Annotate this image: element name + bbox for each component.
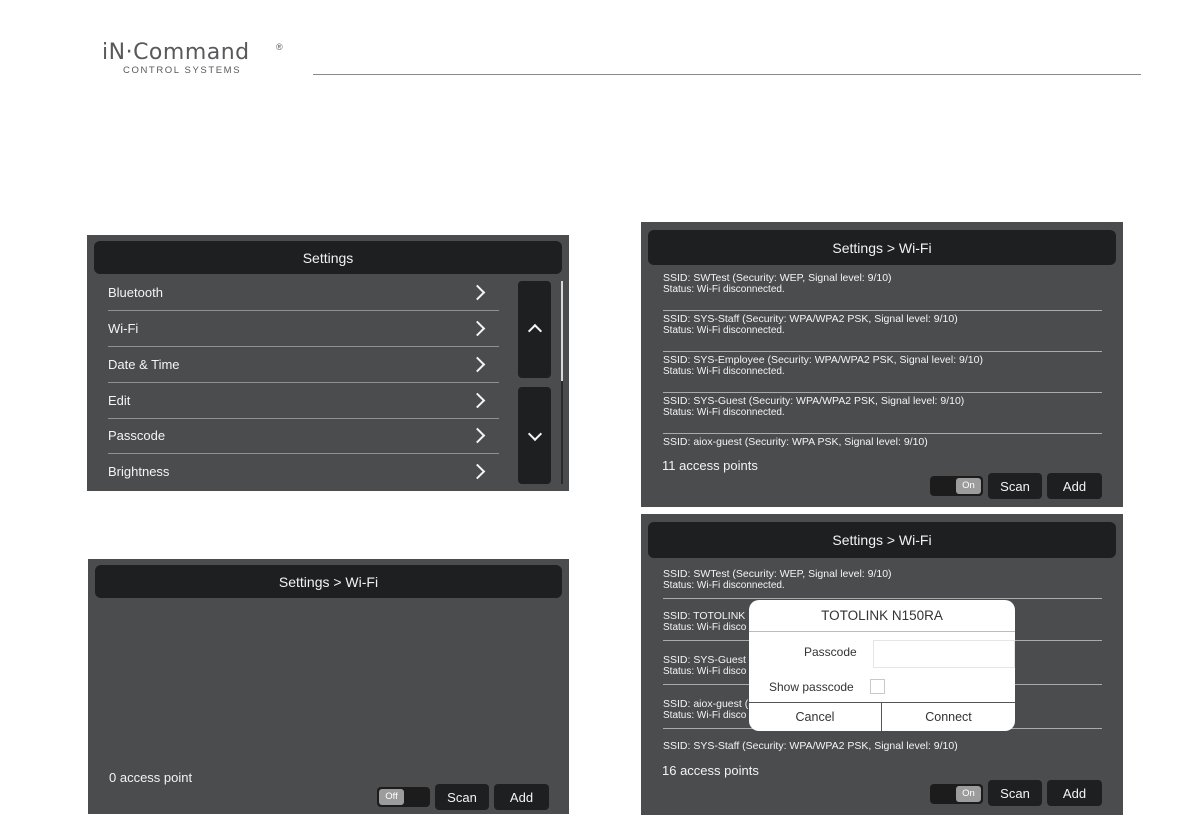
page-title: Settings > Wi-Fi (95, 565, 562, 598)
chevron-right-icon (469, 427, 486, 444)
ssid-text: SSID: TOTOLINK N (663, 610, 756, 622)
wifi-on-screen: Settings > Wi-Fi SSID: SWTest (Security:… (641, 222, 1123, 507)
ssid-text: SSID: aiox-guest (S (663, 698, 756, 710)
page-title: Settings > Wi-Fi (648, 230, 1116, 265)
access-point-row[interactable]: SSID: SWTest (Security: WEP, Signal leve… (663, 269, 1102, 311)
chevron-right-icon (469, 356, 486, 373)
settings-item-label: Wi-Fi (108, 321, 139, 336)
logo-wordmark: iN·Command (102, 40, 250, 65)
access-point-count: 0 access point (109, 770, 193, 785)
show-passcode-checkbox[interactable] (870, 679, 885, 694)
settings-screen: Settings Bluetooth Wi-Fi Date & Time Edi… (87, 235, 569, 491)
status-text: Status: Wi-Fi disco (663, 710, 747, 721)
scan-button[interactable]: Scan (988, 473, 1042, 499)
chevron-right-icon (469, 463, 486, 480)
chevron-down-icon (527, 426, 543, 442)
access-point-row[interactable]: SSID: SWTest (Security: WEP, Signal leve… (663, 565, 1102, 599)
registered-mark: ® (276, 42, 283, 52)
settings-item-label: Edit (108, 393, 131, 408)
ssid-text: SSID: SYS-Employee (Security: WPA/WPA2 P… (663, 354, 983, 366)
scroll-up-button[interactable] (518, 281, 551, 378)
settings-item-wifi[interactable]: Wi-Fi (108, 311, 499, 347)
add-button[interactable]: Add (494, 784, 549, 810)
wifi-toggle[interactable]: On (930, 476, 983, 496)
toggle-knob: On (956, 786, 981, 802)
settings-item-edit[interactable]: Edit (108, 383, 499, 419)
access-point-row[interactable]: SSID: SYS-Guest (Security: WPA/WPA2 PSK,… (663, 392, 1102, 434)
settings-item-label: Brightness (108, 464, 170, 479)
show-passcode-label: Show passcode (769, 680, 854, 694)
access-point-row[interactable]: SSID: SYS-Staff (Security: WPA/WPA2 PSK,… (663, 310, 1102, 352)
brand-logo: iN·Command ® CONTROL SYSTEMS (102, 40, 292, 80)
logo-tagline: CONTROL SYSTEMS (123, 65, 242, 76)
status-text: Status: Wi-Fi disconnected. (663, 580, 785, 591)
passcode-dialog: TOTOLINK N150RA Passcode Show passcode C… (749, 600, 1015, 731)
scan-button[interactable]: Scan (435, 784, 489, 810)
ssid-text: SSID: SYS-Staff (Security: WPA/WPA2 PSK,… (663, 740, 958, 752)
settings-item-passcode[interactable]: Passcode (108, 418, 499, 454)
access-point-row[interactable]: SSID: aiox-guest (Security: WPA PSK, Sig… (663, 433, 1102, 455)
chevron-right-icon (469, 320, 486, 337)
scroll-down-button[interactable] (518, 387, 551, 484)
ssid-text: SSID: SWTest (Security: WEP, Signal leve… (663, 272, 892, 284)
wifi-off-screen: Settings > Wi-Fi 0 access point Off Scan… (88, 559, 569, 814)
toggle-knob: On (956, 478, 981, 494)
ssid-text: SSID: aiox-guest (Security: WPA PSK, Sig… (663, 436, 928, 448)
access-point-row[interactable]: SSID: SYS-Staff (Security: WPA/WPA2 PSK,… (663, 737, 1102, 757)
scan-button[interactable]: Scan (988, 780, 1042, 806)
chevron-right-icon (469, 392, 486, 409)
settings-item-label: Passcode (108, 428, 166, 443)
status-text: Status: Wi-Fi disco (663, 622, 747, 633)
wifi-toggle[interactable]: On (930, 784, 983, 804)
toggle-knob: Off (379, 789, 404, 805)
status-text: Status: Wi-Fi disconnected. (663, 284, 785, 295)
settings-item-date-time[interactable]: Date & Time (108, 347, 499, 383)
wifi-toggle[interactable]: Off (377, 787, 430, 807)
dialog-title: TOTOLINK N150RA (749, 600, 1015, 632)
access-point-count: 16 access points (662, 763, 759, 778)
add-button[interactable]: Add (1047, 780, 1102, 806)
status-text: Status: Wi-Fi disconnected. (663, 325, 785, 336)
passcode-input[interactable] (873, 640, 1015, 668)
scrollbar-thumb[interactable] (561, 281, 563, 381)
status-text: Status: Wi-Fi disconnected. (663, 407, 785, 418)
settings-item-bluetooth[interactable]: Bluetooth (108, 275, 499, 311)
connect-button[interactable]: Connect (882, 703, 1015, 731)
ssid-text: SSID: SYS-Guest (Security: WPA/WPA2 PSK,… (663, 395, 965, 407)
chevron-right-icon (469, 284, 486, 301)
header-divider (313, 74, 1141, 75)
settings-item-label: Date & Time (108, 357, 180, 372)
access-point-row[interactable]: SSID: SYS-Employee (Security: WPA/WPA2 P… (663, 351, 1102, 393)
status-text: Status: Wi-Fi disconnected. (663, 366, 785, 377)
chevron-up-icon (527, 323, 543, 339)
wifi-dialog-screen: Settings > Wi-Fi SSID: SWTest (Security:… (641, 514, 1123, 815)
page-title: Settings > Wi-Fi (648, 522, 1116, 558)
ssid-text: SSID: SYS-Staff (Security: WPA/WPA2 PSK,… (663, 313, 958, 325)
cancel-button[interactable]: Cancel (749, 703, 881, 731)
ssid-text: SSID: SWTest (Security: WEP, Signal leve… (663, 568, 892, 580)
passcode-label: Passcode (804, 645, 857, 659)
settings-item-brightness[interactable]: Brightness (108, 454, 499, 489)
page-title: Settings (94, 241, 562, 274)
ssid-text: SSID: SYS-Guest ( (663, 654, 753, 666)
settings-item-label: Bluetooth (108, 285, 163, 300)
add-button[interactable]: Add (1047, 473, 1102, 499)
access-point-count: 11 access points (662, 458, 758, 473)
dialog-footer: Cancel Connect (749, 702, 1015, 731)
status-text: Status: Wi-Fi disco (663, 666, 747, 677)
